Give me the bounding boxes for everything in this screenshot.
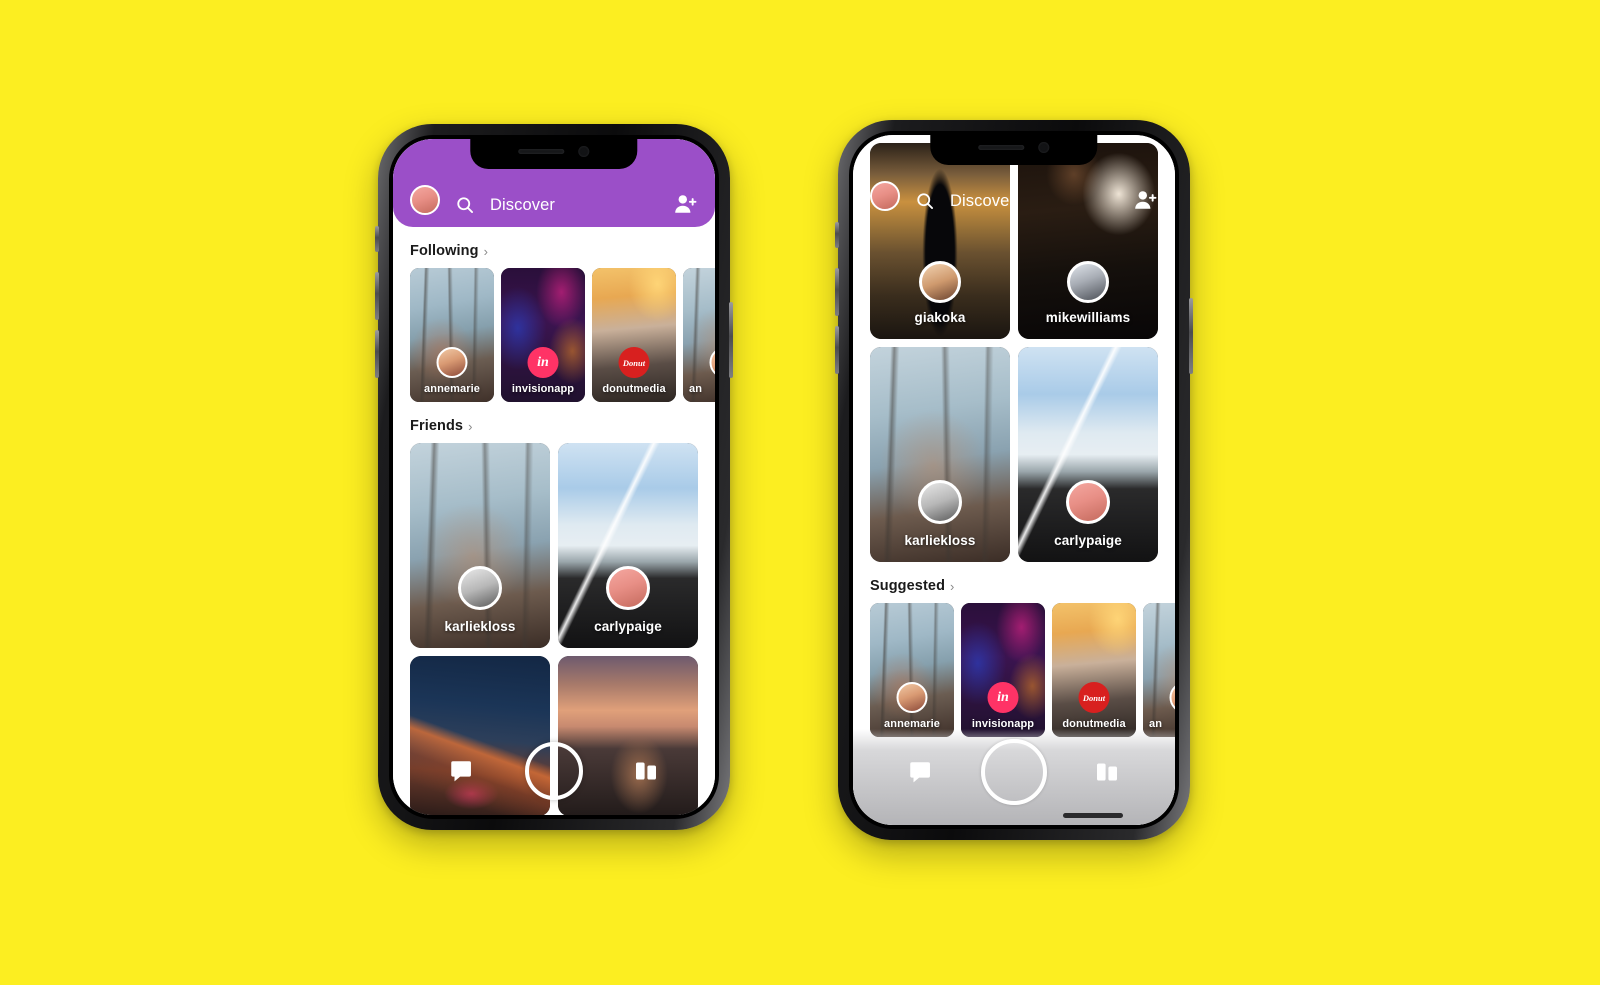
search-icon[interactable]: [915, 191, 935, 211]
card-photo: [870, 603, 954, 737]
chat-bubble-icon[interactable]: [448, 758, 474, 784]
card-username: an: [689, 383, 703, 395]
card-photo: [1018, 347, 1158, 562]
mute-switch[interactable]: [835, 222, 839, 248]
front-camera-icon: [1038, 142, 1050, 153]
bottom-nav-left: [393, 737, 715, 815]
section-title-text: Following: [410, 243, 479, 259]
volume-down-button[interactable]: [375, 330, 379, 378]
profile-avatar[interactable]: [410, 185, 440, 215]
scroll-content-right[interactable]: giakoka mikewilliams karliekloss carlypa…: [853, 135, 1175, 825]
add-friend-icon[interactable]: [674, 193, 698, 215]
header-title: Discover: [490, 196, 555, 214]
card-username: karliekloss: [904, 533, 976, 548]
earpiece-speaker: [518, 149, 565, 154]
search-icon[interactable]: [455, 195, 475, 215]
chevron-right-icon: ›: [950, 578, 955, 594]
friend-card[interactable]: carlypaige: [1018, 347, 1158, 562]
chevron-right-icon: ›: [468, 418, 473, 434]
home-indicator: [1063, 813, 1123, 818]
camera-shutter-button[interactable]: [981, 739, 1047, 805]
phone-bezel-right: giakoka mikewilliams karliekloss carlypa…: [849, 131, 1179, 829]
chevron-right-icon: ›: [483, 243, 488, 259]
discover-app-right: giakoka mikewilliams karliekloss carlypa…: [853, 135, 1175, 825]
power-button[interactable]: [729, 302, 733, 378]
stories-cards-icon[interactable]: [634, 758, 660, 784]
friend-card[interactable]: karliekloss: [870, 347, 1010, 562]
phone-screen-right: giakoka mikewilliams karliekloss carlypa…: [853, 135, 1175, 825]
card-photo: [558, 443, 698, 648]
section-header-suggested[interactable]: Suggested ›: [853, 562, 1175, 603]
rail-following[interactable]: annemarie in invisionapp Donut donutmedi…: [393, 268, 715, 402]
card-username: carlypaige: [594, 619, 662, 634]
volume-up-button[interactable]: [835, 268, 839, 316]
card-avatar: [896, 682, 928, 713]
section-title-text: Friends: [410, 418, 464, 434]
card-username: karliekloss: [444, 619, 516, 634]
phone-device-left: Following › annemarie in invisionapp Don…: [375, 124, 733, 830]
brand-logo-donut: Donut: [618, 347, 650, 378]
friend-card[interactable]: karliekloss: [410, 443, 550, 648]
scroll-content-left[interactable]: Following › annemarie in invisionapp Don…: [393, 139, 715, 815]
card-photo: [501, 268, 585, 402]
brand-logo-donut: Donut: [1078, 682, 1110, 713]
phone-device-right: giakoka mikewilliams karliekloss carlypa…: [835, 120, 1193, 840]
story-card[interactable]: an: [683, 268, 715, 402]
earpiece-speaker: [978, 145, 1025, 150]
card-avatar: [606, 566, 650, 610]
card-photo: [870, 347, 1010, 562]
discover-app-left: Following › annemarie in invisionapp Don…: [393, 139, 715, 815]
story-card[interactable]: an: [1143, 603, 1175, 737]
power-button[interactable]: [1189, 298, 1193, 374]
section-title-text: Suggested: [870, 578, 946, 594]
chat-bubble-icon[interactable]: [907, 759, 933, 785]
card-avatar: [1067, 261, 1109, 303]
front-camera-icon: [578, 146, 590, 157]
rail-suggested[interactable]: annemarie in invisionapp Donut donutmedi…: [853, 603, 1175, 737]
section-header-following[interactable]: Following ›: [393, 227, 715, 268]
brand-logo-invision: in: [527, 347, 559, 378]
story-card[interactable]: annemarie: [870, 603, 954, 737]
card-photo: [961, 603, 1045, 737]
volume-up-button[interactable]: [375, 272, 379, 320]
story-card[interactable]: in invisionapp: [961, 603, 1045, 737]
card-photo: [1143, 603, 1175, 737]
notch: [470, 139, 638, 169]
card-username: carlypaige: [1054, 533, 1122, 548]
phone-screen-left: Following › annemarie in invisionapp Don…: [393, 139, 715, 815]
story-card[interactable]: annemarie: [410, 268, 494, 402]
profile-avatar[interactable]: [870, 181, 900, 211]
camera-shutter-button[interactable]: [524, 742, 583, 800]
add-friend-icon[interactable]: [1134, 189, 1158, 211]
card-photo: [683, 268, 715, 402]
header-title: Discover: [950, 192, 1015, 210]
card-avatar: [458, 566, 502, 610]
phone-bezel-left: Following › annemarie in invisionapp Don…: [389, 135, 719, 819]
card-avatar: [918, 480, 962, 524]
volume-down-button[interactable]: [835, 326, 839, 374]
card-username: donutmedia: [602, 383, 666, 395]
card-avatar: [919, 261, 961, 303]
card-avatar: [1066, 480, 1110, 524]
section-header-friends[interactable]: Friends ›: [393, 402, 715, 443]
card-photo: [592, 268, 676, 402]
brand-logo-invision: in: [987, 682, 1019, 713]
notch: [930, 135, 1098, 165]
mute-switch[interactable]: [375, 226, 379, 252]
friend-card[interactable]: carlypaige: [558, 443, 698, 648]
card-photo: [410, 443, 550, 648]
stories-cards-icon[interactable]: [1095, 759, 1121, 785]
card-photo: [410, 268, 494, 402]
card-username: annemarie: [424, 383, 480, 395]
card-photo: [1052, 603, 1136, 737]
bottom-nav-right: [853, 729, 1175, 825]
card-username: invisionapp: [511, 383, 575, 395]
card-username: mikewilliams: [1045, 310, 1131, 325]
story-card[interactable]: in invisionapp: [501, 268, 585, 402]
card-avatar: [436, 347, 468, 378]
story-card[interactable]: Donut donutmedia: [592, 268, 676, 402]
card-username: giakoka: [914, 310, 966, 325]
story-card[interactable]: Donut donutmedia: [1052, 603, 1136, 737]
